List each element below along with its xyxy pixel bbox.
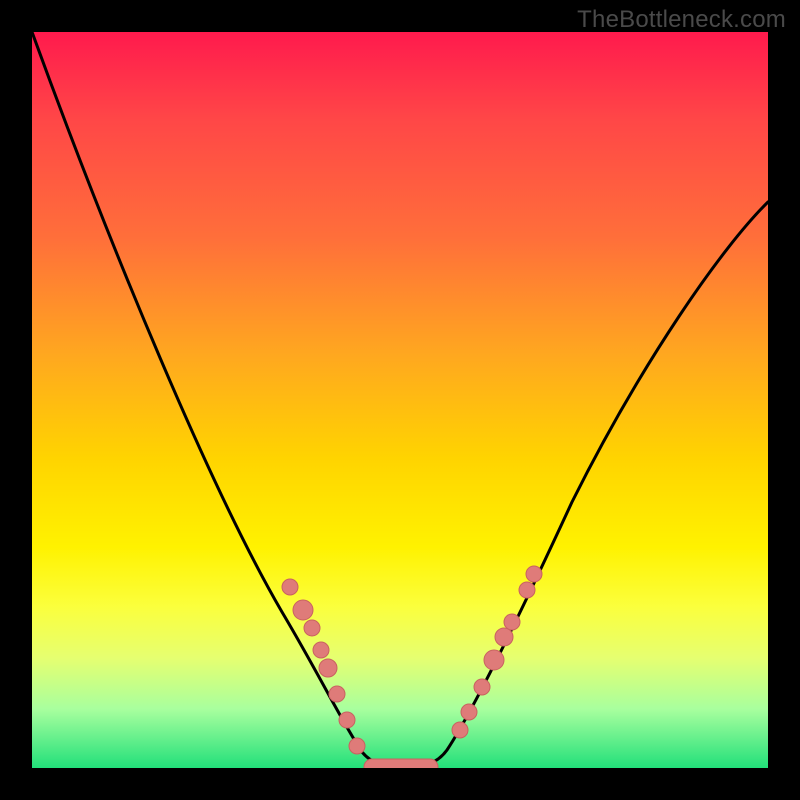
marker-left-0 [282, 579, 298, 595]
marker-right-7 [526, 566, 542, 582]
marker-left-2 [304, 620, 320, 636]
marker-left-7 [349, 738, 365, 754]
marker-right-3 [484, 650, 504, 670]
marker-left-4 [319, 659, 337, 677]
marker-right-6 [519, 582, 535, 598]
marker-bottom-bar [364, 759, 438, 768]
chart-frame: TheBottleneck.com [0, 0, 800, 800]
marker-left-3 [313, 642, 329, 658]
watermark-text: TheBottleneck.com [577, 6, 786, 34]
marker-right-2 [474, 679, 490, 695]
marker-right-5 [504, 614, 520, 630]
chart-svg [32, 32, 768, 768]
marker-left-1 [293, 600, 313, 620]
marker-left-5 [329, 686, 345, 702]
marker-right-4 [495, 628, 513, 646]
marker-right-1 [461, 704, 477, 720]
bottleneck-curve [32, 32, 768, 768]
plot-area [32, 32, 768, 768]
marker-left-6 [339, 712, 355, 728]
marker-right-0 [452, 722, 468, 738]
